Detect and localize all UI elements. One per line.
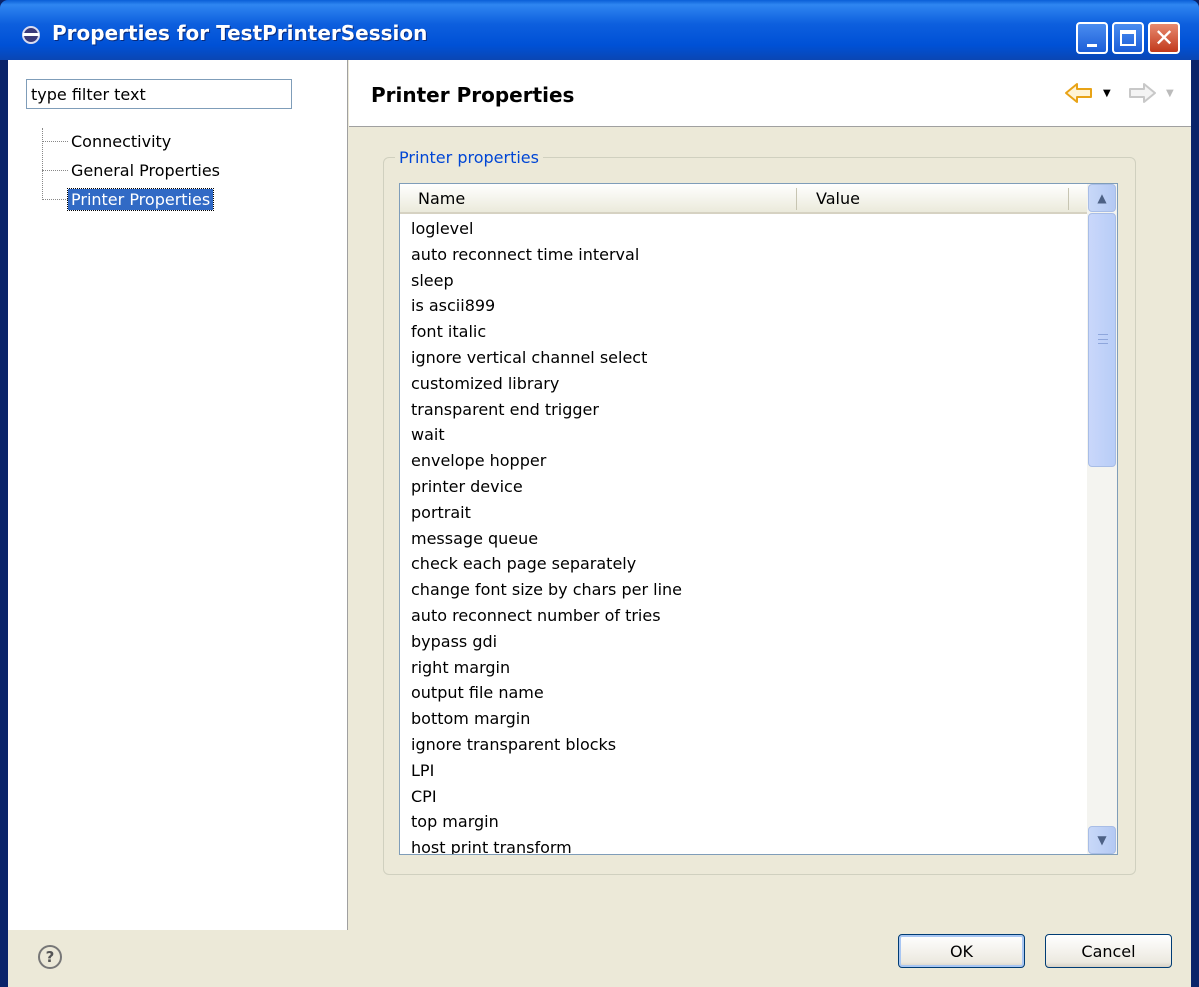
table-row[interactable]: envelope hopper	[400, 448, 1087, 474]
close-icon: ✕	[1153, 24, 1175, 52]
tree-item[interactable]: Connectivity	[42, 127, 223, 156]
back-dropdown-icon[interactable]: ▼	[1103, 88, 1111, 99]
table-row[interactable]: printer device	[400, 474, 1087, 500]
window-title: Properties for TestPrinterSession	[52, 21, 428, 45]
table-row[interactable]: check each page separately	[400, 551, 1087, 577]
maximize-icon	[1120, 30, 1136, 46]
table-row[interactable]: ignore transparent blocks	[400, 732, 1087, 758]
forward-arrow-icon[interactable]	[1127, 82, 1157, 104]
tree-item-label: Printer Properties	[66, 188, 215, 211]
filter-input[interactable]	[26, 79, 292, 109]
forward-dropdown-icon[interactable]: ▼	[1166, 88, 1174, 99]
column-separator[interactable]	[796, 188, 797, 210]
chevron-down-icon: ▼	[1097, 833, 1107, 847]
table-row[interactable]: wait	[400, 422, 1087, 448]
tree-item-label: General Properties	[71, 161, 220, 180]
page-title: Printer Properties	[371, 83, 575, 107]
vertical-scrollbar[interactable]: ▲ ▼	[1087, 184, 1117, 854]
button-bar: ? OK Cancel	[8, 930, 1191, 987]
table-row[interactable]: top margin	[400, 809, 1087, 835]
table-row[interactable]: ignore vertical channel select	[400, 345, 1087, 371]
ok-button[interactable]: OK	[898, 934, 1025, 968]
properties-table[interactable]: Name Value loglevel auto reconnect time i…	[399, 183, 1118, 855]
table-row[interactable]: sleep	[400, 268, 1087, 294]
navigation-pane: Connectivity General Properties Printer Pr…	[8, 60, 348, 930]
tree-item[interactable]: General Properties	[42, 156, 223, 185]
scroll-down-button[interactable]: ▼	[1088, 826, 1116, 854]
minimize-icon	[1087, 43, 1097, 47]
table-row[interactable]: CPI	[400, 784, 1087, 810]
printer-properties-group: Printer properties Name Value loglevel au…	[383, 148, 1136, 875]
table-header: Name Value	[400, 184, 1087, 214]
table-row[interactable]: bottom margin	[400, 706, 1087, 732]
minimize-button[interactable]	[1076, 22, 1108, 54]
table-row[interactable]: bypass gdi	[400, 629, 1087, 655]
tree-connector	[42, 170, 68, 171]
page-header: Printer Properties ▼ ▼	[349, 60, 1191, 127]
table-row[interactable]: transparent end trigger	[400, 397, 1087, 423]
column-separator[interactable]	[1068, 188, 1069, 210]
cancel-button[interactable]: Cancel	[1045, 934, 1172, 968]
table-row[interactable]: auto reconnect number of tries	[400, 603, 1087, 629]
tree-item[interactable]: Printer Properties	[42, 185, 223, 214]
column-header-value[interactable]: Value	[816, 189, 860, 208]
close-button[interactable]: ✕	[1148, 22, 1180, 54]
table-row[interactable]: output file name	[400, 680, 1087, 706]
eclipse-icon	[22, 26, 40, 44]
table-row[interactable]: is ascii899	[400, 293, 1087, 319]
chevron-up-icon: ▲	[1097, 191, 1107, 205]
table-row[interactable]: loglevel	[400, 216, 1087, 242]
property-tree: Connectivity General Properties Printer Pr…	[42, 127, 223, 214]
scroll-thumb[interactable]	[1088, 213, 1116, 467]
tree-connector	[42, 141, 68, 142]
content-pane: Printer Properties ▼ ▼ Printer propertie…	[349, 60, 1191, 930]
group-label: Printer properties	[395, 148, 543, 167]
table-row[interactable]: auto reconnect time interval	[400, 242, 1087, 268]
title-bar[interactable]: Properties for TestPrinterSession ✕	[0, 0, 1199, 60]
table-body: loglevel auto reconnect time interval slee…	[400, 216, 1087, 854]
column-header-name[interactable]: Name	[418, 189, 465, 208]
maximize-button[interactable]	[1112, 22, 1144, 54]
scroll-up-button[interactable]: ▲	[1088, 184, 1116, 212]
table-row[interactable]: right margin	[400, 655, 1087, 681]
properties-dialog: Properties for TestPrinterSession ✕ Conn…	[0, 0, 1199, 987]
table-row[interactable]: change font size by chars per line	[400, 577, 1087, 603]
table-row[interactable]: font italic	[400, 319, 1087, 345]
table-row[interactable]: portrait	[400, 500, 1087, 526]
table-row[interactable]: host print transform	[400, 835, 1087, 854]
back-arrow-icon[interactable]	[1064, 82, 1094, 104]
grip-icon	[1098, 334, 1108, 344]
help-icon[interactable]: ?	[38, 945, 62, 969]
tree-connector	[42, 199, 68, 200]
table-row[interactable]: message queue	[400, 526, 1087, 552]
table-row[interactable]: LPI	[400, 758, 1087, 784]
table-row[interactable]: customized library	[400, 371, 1087, 397]
dialog-client-area: Connectivity General Properties Printer Pr…	[8, 60, 1191, 987]
tree-item-label: Connectivity	[71, 132, 172, 151]
